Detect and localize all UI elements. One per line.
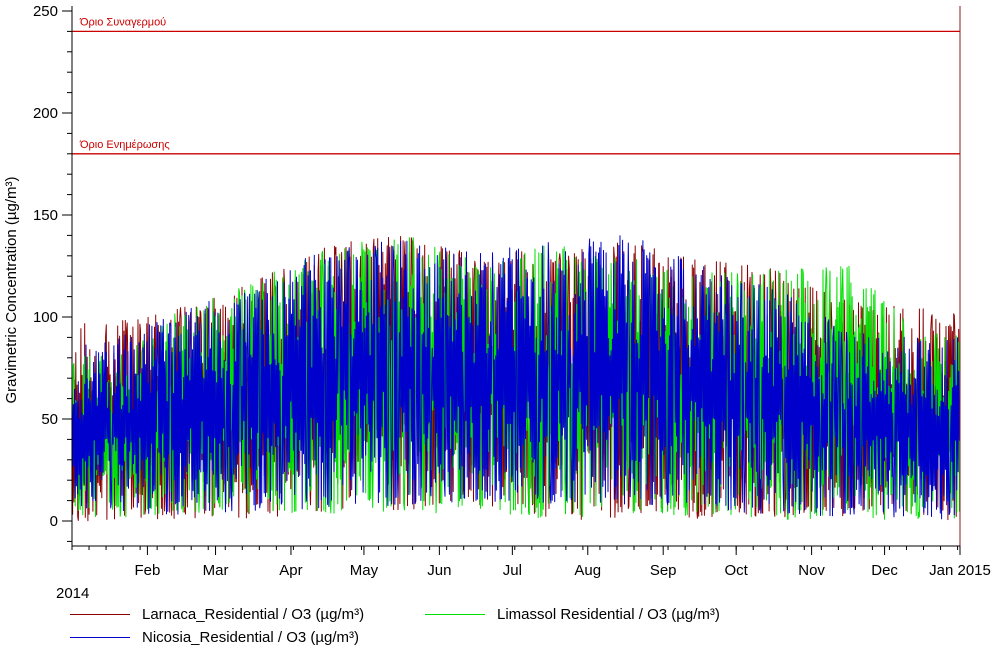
legend-label-larnaca: Larnaca_Residential / O3 (µg/m³) bbox=[142, 606, 365, 623]
y-axis-title: Gravimetric Concentration (µg/m³) bbox=[3, 176, 20, 403]
x-tick-label: Feb bbox=[134, 562, 160, 579]
y-tick-label: 250 bbox=[33, 3, 58, 20]
x-tick-label: Nov bbox=[798, 562, 825, 579]
legend-item-limassol: Limassol Residential / O3 (µg/m³) bbox=[425, 606, 720, 623]
x-tick-label: Dec bbox=[871, 562, 898, 579]
chart-canvas: Όριο Συναγερμού Όριο Ενημέρωσης 0 50 100 150… bbox=[3, 3, 991, 602]
threshold-label-1: Όριο Συναγερμού bbox=[79, 16, 166, 28]
threshold-layer: Όριο Συναγερμού Όριο Ενημέρωσης bbox=[72, 16, 960, 155]
x-tick-label-end: Jan 2015 bbox=[929, 562, 991, 579]
legend-label-nicosia: Nicosia_Residential / O3 (µg/m³) bbox=[142, 629, 360, 646]
x-tick-label: Mar bbox=[203, 562, 229, 579]
legend-item-nicosia: Nicosia_Residential / O3 (µg/m³) bbox=[70, 629, 359, 646]
y-tick-label: 50 bbox=[41, 411, 58, 428]
y-tick-label: 0 bbox=[50, 513, 58, 530]
x-tick-label: Sep bbox=[650, 562, 677, 579]
legend-item-larnaca: Larnaca_Residential / O3 (µg/m³) bbox=[70, 606, 364, 623]
legend-swatch-nicosia bbox=[70, 637, 130, 638]
legend-swatch-larnaca bbox=[70, 614, 130, 615]
legend-swatch-limassol bbox=[425, 614, 485, 615]
legend: Larnaca_Residential / O3 (µg/m³) Limasso… bbox=[70, 600, 970, 650]
threshold-label-2: Όριο Ενημέρωσης bbox=[79, 139, 170, 151]
series-layer bbox=[71, 235, 961, 522]
x-tick-label: Apr bbox=[279, 562, 302, 579]
legend-label-limassol: Limassol Residential / O3 (µg/m³) bbox=[497, 606, 720, 623]
y-tick-label: 200 bbox=[33, 105, 58, 122]
y-tick-label: 150 bbox=[33, 207, 58, 224]
y-tick-label: 100 bbox=[33, 309, 58, 326]
x-tick-label: Jun bbox=[427, 562, 451, 579]
x-tick-label: Oct bbox=[725, 562, 749, 579]
x-tick-label: Jul bbox=[503, 562, 522, 579]
x-tick-label: May bbox=[350, 562, 379, 579]
x-tick-label: Aug bbox=[574, 562, 601, 579]
